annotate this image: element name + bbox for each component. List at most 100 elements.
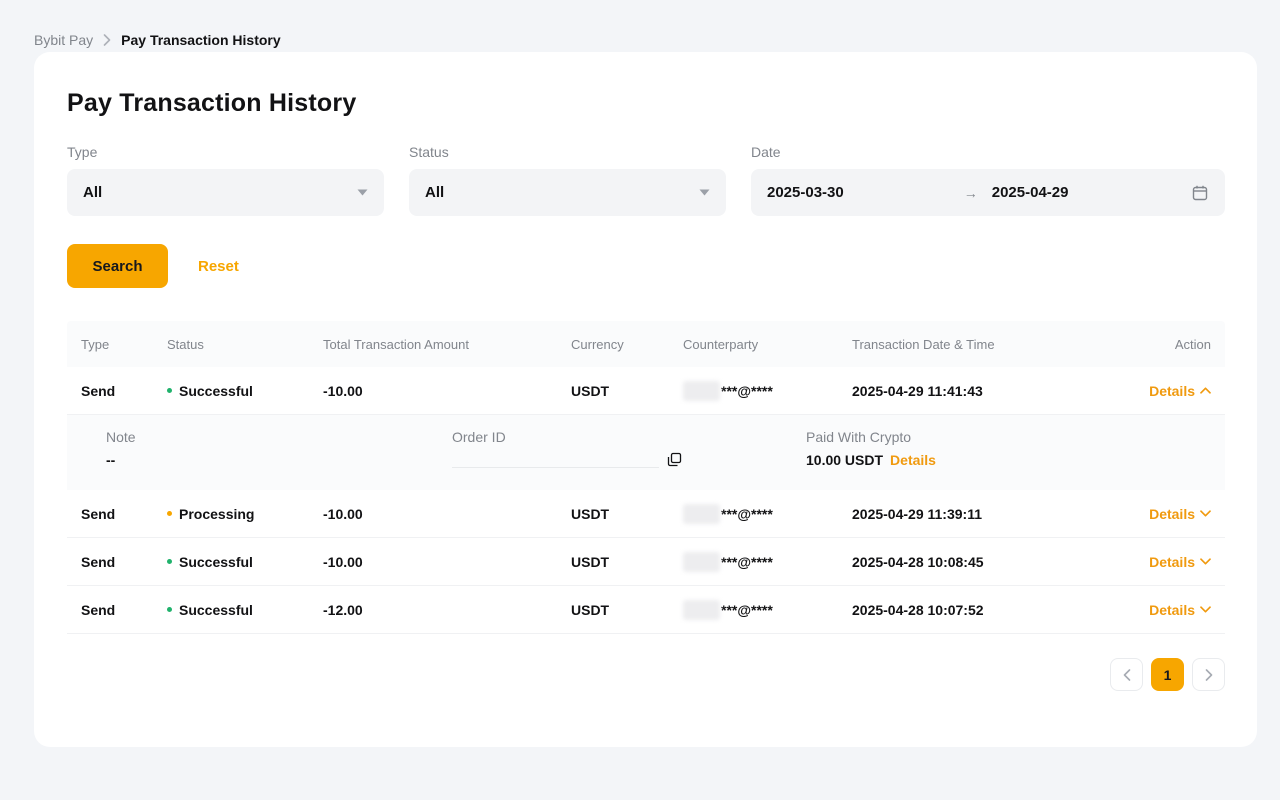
status-dot [167,388,172,393]
cell-amount: -12.00 [323,602,571,618]
table-row: Send Successful -10.00 USDT ***@**** 202… [67,538,1225,586]
page-1-button[interactable]: 1 [1151,658,1184,691]
cell-type: Send [81,602,167,618]
redacted-counterparty [683,552,720,572]
paid-with-crypto-section: Paid With Crypto 10.00 USDT Details [806,429,936,490]
status-label: Successful [179,383,253,399]
order-id-value [452,452,806,468]
cell-counterparty: ***@**** [683,504,852,524]
transactions-table: Type Status Total Transaction Amount Cur… [67,321,1225,634]
cell-type: Send [81,383,167,399]
table-header-row: Type Status Total Transaction Amount Cur… [67,321,1225,367]
redacted-counterparty [683,504,720,524]
breadcrumb-bybit-pay[interactable]: Bybit Pay [34,32,93,48]
cell-currency: USDT [571,506,683,522]
details-button[interactable]: Details [1149,602,1211,618]
cell-datetime: 2025-04-28 10:07:52 [852,602,1127,618]
cell-action: Details [1127,506,1211,522]
cell-datetime: 2025-04-29 11:41:43 [852,383,1127,399]
next-page-button[interactable] [1192,658,1225,691]
status-select[interactable]: All [409,169,726,216]
cell-currency: USDT [571,554,683,570]
cell-amount: -10.00 [323,554,571,570]
counterparty-masked: ***@**** [721,554,773,570]
cell-action: Details [1127,602,1211,618]
calendar-icon[interactable] [1191,184,1209,202]
details-button[interactable]: Details [1149,506,1211,522]
table-row: Send Successful -10.00 USDT ***@**** 202… [67,367,1225,415]
header-status: Status [167,337,323,352]
cell-currency: USDT [571,383,683,399]
status-label: Successful [179,602,253,618]
cell-counterparty: ***@**** [683,552,852,572]
paid-with-crypto-label: Paid With Crypto [806,429,936,445]
header-type: Type [81,337,167,352]
status-filter-label: Status [409,144,726,160]
order-id-label: Order ID [452,429,806,445]
status-dot [167,607,172,612]
filter-actions: Search Reset [67,244,1224,288]
header-amount: Total Transaction Amount [323,337,571,352]
header-action: Action [1127,337,1211,352]
paid-details-link[interactable]: Details [890,452,936,468]
cell-status: Successful [167,602,323,618]
cell-counterparty: ***@**** [683,600,852,620]
counterparty-masked: ***@**** [721,506,773,522]
table-row: Send Processing -10.00 USDT ***@**** 202… [67,490,1225,538]
pay-transaction-history-card: Pay Transaction History Type All Status … [34,52,1257,747]
cell-amount: -10.00 [323,506,571,522]
cell-status: Processing [167,506,323,522]
search-button[interactable]: Search [67,244,168,288]
reset-button[interactable]: Reset [198,258,239,275]
date-start-value[interactable]: 2025-03-30 [767,184,844,201]
details-button[interactable]: Details [1149,383,1211,399]
counterparty-masked: ***@**** [721,383,773,399]
details-button[interactable]: Details [1149,554,1211,570]
status-dot [167,511,172,516]
order-id-section: Order ID [452,429,806,490]
note-section: Note -- [106,429,452,490]
type-filter-label: Type [67,144,384,160]
header-datetime: Transaction Date & Time [852,337,1127,352]
counterparty-masked: ***@**** [721,602,773,618]
page-title: Pay Transaction History [67,52,1224,118]
copy-icon[interactable] [667,452,682,467]
status-dot [167,559,172,564]
status-label: Processing [179,506,254,522]
chevron-down-icon [1200,558,1211,565]
note-value: -- [106,452,452,468]
caret-down-icon [357,189,368,196]
cell-status: Successful [167,554,323,570]
note-label: Note [106,429,452,445]
prev-page-button[interactable] [1110,658,1143,691]
type-filter: Type All [67,144,384,216]
date-range-arrow-icon: → [964,185,978,201]
header-counterparty: Counterparty [683,337,852,352]
redacted-order-id [452,465,659,468]
type-select[interactable]: All [67,169,384,216]
date-range-picker[interactable]: 2025-03-30 → 2025-04-29 [751,169,1225,216]
date-filter-label: Date [751,144,1225,160]
paid-with-crypto-value: 10.00 USDT Details [806,452,936,468]
status-filter: Status All [409,144,726,216]
cell-action: Details [1127,554,1211,570]
table-row: Send Successful -12.00 USDT ***@**** 202… [67,586,1225,634]
pagination: 1 [67,658,1225,691]
breadcrumb-current: Pay Transaction History [121,32,281,48]
cell-action: Details [1127,383,1211,399]
expanded-detail-panel: Note -- Order ID [67,415,1225,490]
cell-type: Send [81,554,167,570]
paid-amount: 10.00 USDT [806,452,883,468]
cell-amount: -10.00 [323,383,571,399]
header-currency: Currency [571,337,683,352]
type-select-value: All [83,184,102,201]
breadcrumb-chevron-icon [103,34,111,46]
status-select-value: All [425,184,444,201]
redacted-counterparty [683,381,720,401]
cell-status: Successful [167,383,323,399]
cell-datetime: 2025-04-29 11:39:11 [852,506,1127,522]
date-end-value[interactable]: 2025-04-29 [992,184,1191,201]
cell-type: Send [81,506,167,522]
chevron-down-icon [1200,510,1211,517]
filters-row: Type All Status All Date 2025-03-30 → [67,144,1224,216]
